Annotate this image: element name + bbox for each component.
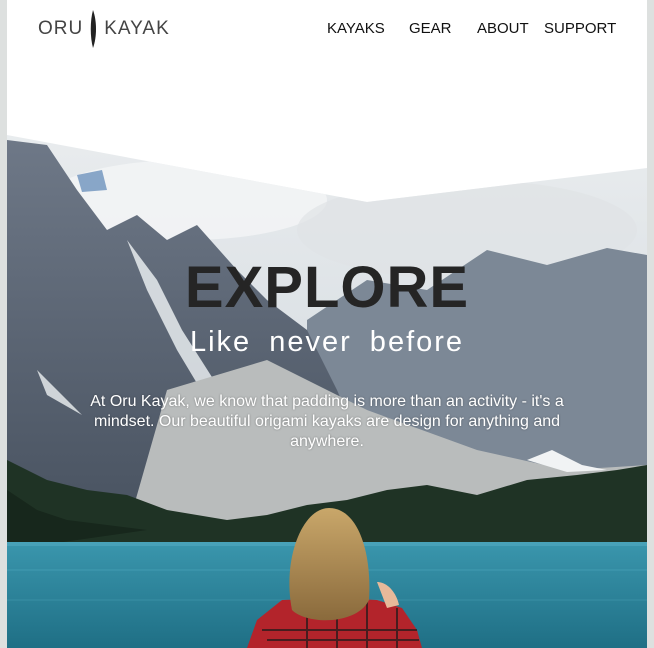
hero-title: EXPLORE (184, 255, 470, 320)
nav-gear[interactable]: GEAR (409, 20, 452, 37)
hero-description: At Oru Kayak, we know that padding is mo… (90, 393, 564, 450)
page: ORU KAYAK KAYAKS GEAR ABOUT SUPPORT EXPL… (7, 0, 647, 648)
hero-subtitle: Like never before (189, 326, 465, 358)
nav-support[interactable]: SUPPORT (544, 20, 616, 37)
nav-kayaks[interactable]: KAYAKS (327, 20, 385, 37)
hero-background-image (7, 135, 647, 648)
main-nav: KAYAKS GEAR ABOUT SUPPORT (7, 20, 647, 40)
site-header: ORU KAYAK KAYAKS GEAR ABOUT SUPPORT (7, 0, 647, 60)
nav-about[interactable]: ABOUT (477, 20, 529, 37)
hero-section: EXPLORE Like never before At Oru Kayak, … (7, 130, 647, 648)
